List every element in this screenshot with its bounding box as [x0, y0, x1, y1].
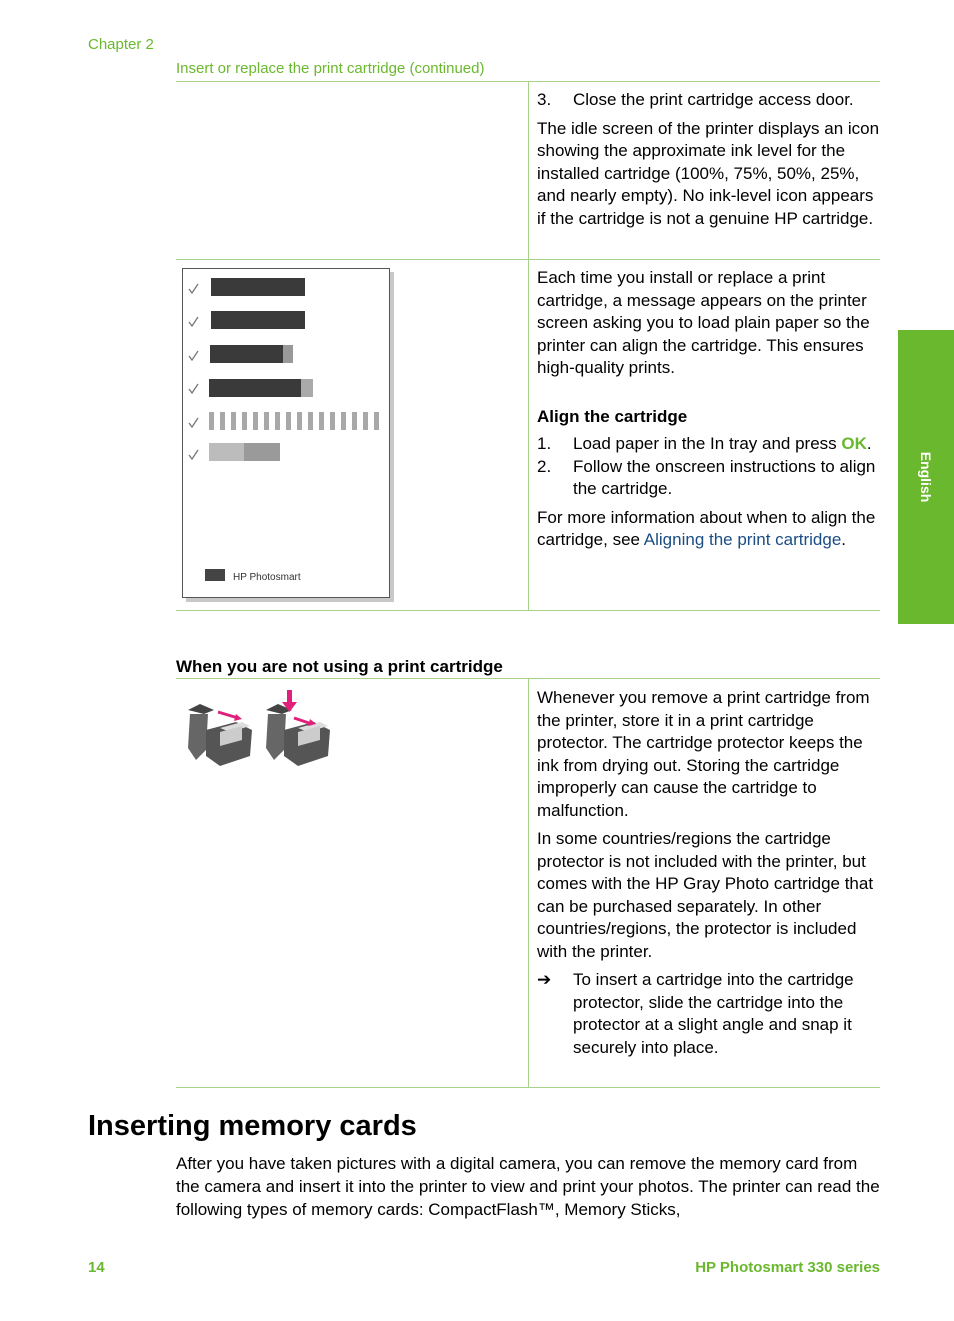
column-divider [528, 678, 529, 1088]
check-icon [188, 417, 199, 429]
storage-paragraph-1: Whenever you remove a print cartridge fr… [537, 688, 870, 820]
down-arrow-icon [287, 690, 292, 704]
arrowhead-icon [234, 714, 242, 721]
table-title: Insert or replace the print cartridge (c… [176, 60, 485, 77]
aligning-cartridge-link[interactable]: Aligning the print cartridge [644, 530, 842, 549]
column-divider [528, 81, 529, 611]
section-heading: When you are not using a print cartridge [176, 657, 503, 676]
memory-cards-paragraph: After you have taken pictures with a dig… [176, 1154, 880, 1219]
step-text: Load paper in the In tray and press OK. [573, 433, 872, 456]
step-text-after: . [866, 434, 872, 453]
alignment-bar [210, 345, 292, 363]
alignment-page-svg: HP Photosmart [188, 278, 379, 583]
check-icon [188, 383, 199, 395]
step-number: 1. [537, 434, 552, 453]
ink-level-paragraph: The idle screen of the printer displays … [537, 118, 880, 228]
chapter-label: Chapter 2 [88, 36, 154, 53]
slide-arrow-icon [217, 710, 239, 720]
step-number: 3. [537, 90, 552, 109]
alignment-bar-light [209, 443, 244, 461]
side-tab-label: English [918, 451, 934, 503]
step-text: Close the print cartridge access door. [573, 90, 854, 109]
check-icon [188, 350, 199, 362]
table-row-2-text: Each time you install or replace a print… [537, 267, 882, 558]
alignment-bar-edge [283, 345, 293, 363]
striped-bar [209, 412, 379, 430]
page-number: 14 [88, 1259, 105, 1276]
tip-text: To insert a cartridge into the cartridge… [573, 970, 854, 1057]
alignment-page-illustration: HP Photosmart [182, 268, 390, 598]
hp-logo-icon [205, 569, 225, 581]
storage-paragraph-2: In some countries/regions the cartridge … [537, 829, 874, 961]
cartridge-protector-svg [188, 690, 330, 766]
table-row-1-text: 3. Close the print cartridge access door… [537, 89, 882, 236]
hp-logo-text: HP Photosmart [233, 572, 301, 583]
more-info-suffix: . [841, 530, 847, 549]
align-subheading: Align the cartridge [537, 406, 688, 426]
alignment-bar [209, 379, 313, 397]
tip-item: ➔ To insert a cartridge into the cartrid… [537, 969, 882, 1059]
alignment-bar [211, 311, 305, 329]
ok-button-label: OK [841, 434, 867, 453]
more-info-paragraph: For more information about when to align… [537, 507, 882, 552]
check-icon [188, 283, 199, 295]
language-side-tab: English [898, 330, 954, 624]
storage-text: Whenever you remove a print cartridge fr… [537, 687, 882, 1059]
arrow-right-icon: ➔ [537, 970, 552, 989]
alignment-bar-edge [301, 379, 313, 397]
step-text-main: Load paper in the In tray and press [573, 434, 842, 453]
cartridge-protector-illustration [180, 688, 340, 776]
step-item: 1. Load paper in the In tray and press O… [537, 433, 882, 456]
step-text: Follow the onscreen instructions to alig… [573, 456, 876, 499]
step-number: 2. [537, 456, 552, 476]
check-icon [188, 316, 199, 328]
check-icon [188, 449, 199, 461]
alignment-bar [211, 278, 305, 296]
step-item: 2. Follow the onscreen instructions to a… [537, 456, 882, 501]
alignment-bar-mid [244, 443, 280, 461]
cartridge-right [266, 690, 330, 766]
section-heading-memory-cards: Inserting memory cards [88, 1110, 417, 1142]
product-name: HP Photosmart 330 series [695, 1259, 880, 1276]
align-intro-paragraph: Each time you install or replace a print… [537, 268, 870, 377]
